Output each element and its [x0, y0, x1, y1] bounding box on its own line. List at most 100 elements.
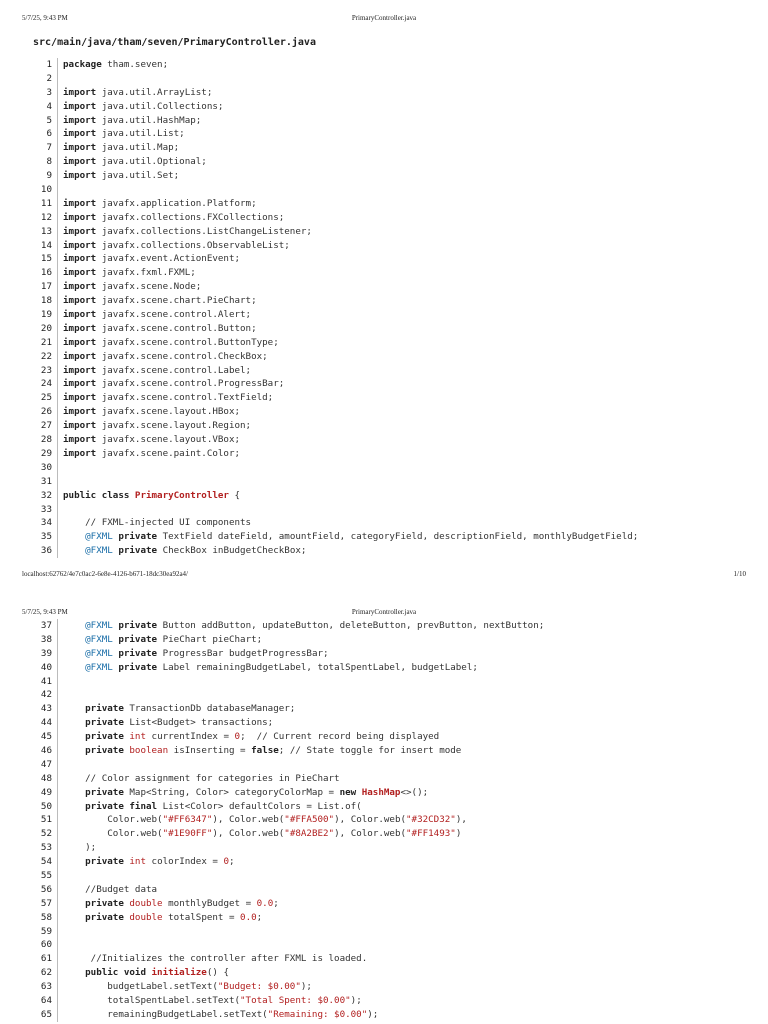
line-number: 59 [22, 924, 58, 939]
code-token: private [63, 856, 124, 868]
code-token: @FXML [63, 531, 113, 543]
code-text: // FXML-injected UI components [58, 516, 251, 530]
code-text: import javafx.scene.control.Label; [58, 364, 251, 378]
line-number: 42 [22, 688, 58, 703]
code-token: remainingBudgetLabel.setText( [63, 1008, 268, 1020]
line-number: 56 [22, 882, 58, 897]
code-token: ), [455, 814, 467, 826]
code-token: //Initializes the controller after FXML … [63, 953, 368, 965]
line-number: 36 [22, 544, 58, 559]
code-token: false [251, 745, 279, 757]
code-token: ), Color.web( [334, 828, 407, 840]
code-text: import java.util.List; [58, 127, 185, 141]
line-number: 60 [22, 938, 58, 953]
file-path-heading: src/main/java/tham/seven/PrimaryControll… [33, 37, 316, 48]
line-number: 27 [22, 419, 58, 434]
line-number: 43 [22, 702, 58, 717]
line-number: 11 [22, 196, 58, 211]
code-text: import javafx.scene.layout.HBox; [58, 405, 240, 419]
code-token: import [63, 281, 97, 293]
line-number: 34 [22, 516, 58, 531]
code-text: package tham.seven; [58, 58, 168, 72]
line-number: 61 [22, 952, 58, 967]
code-line: 4 import java.util.Collections; [22, 99, 722, 114]
code-token: javafx.collections.FXCollections; [96, 211, 285, 223]
line-number: 19 [22, 308, 58, 322]
code-line: 10 [22, 183, 722, 197]
code-token: budgetLabel.setText( [63, 981, 218, 993]
code-text: import java.util.HashMap; [58, 114, 201, 128]
code-text: //Budget data [58, 883, 157, 897]
code-text: import javafx.collections.FXCollections; [58, 211, 284, 225]
code-line: 25 import javafx.scene.control.TextField; [22, 391, 722, 406]
code-token: new [339, 786, 357, 798]
line-number: 10 [22, 183, 58, 197]
code-token: Map<String, Color> categoryColorMap = [123, 786, 340, 798]
code-text: import javafx.event.ActionEvent; [58, 252, 240, 266]
code-token: isInserting = [168, 745, 252, 757]
code-token: private [63, 745, 124, 757]
line-number: 47 [22, 757, 58, 772]
code-token: Label remainingBudgetLabel, totalSpentLa… [157, 661, 478, 673]
code-token: ProgressBar budgetProgressBar; [157, 647, 329, 659]
code-token: Color.web( [63, 828, 163, 840]
code-token: java.util.Optional; [96, 156, 207, 168]
code-text: import java.util.ArrayList; [58, 86, 212, 100]
line-number: 18 [22, 294, 58, 309]
line-number: 64 [22, 994, 58, 1008]
code-line: 14 import javafx.collections.ObservableLi… [22, 238, 722, 253]
code-line: 9 import java.util.Set; [22, 169, 722, 184]
code-line: 42 [22, 688, 722, 703]
code-text: import javafx.application.Platform; [58, 197, 257, 211]
code-token: javafx.scene.control.ButtonType; [96, 336, 279, 348]
code-token: totalSpent = [162, 911, 241, 923]
code-token: import [63, 197, 97, 209]
print-url: localhost:62762/4e7c0ac2-6e8e-4126-b671-… [22, 570, 189, 578]
code-token: initialize [151, 967, 207, 979]
line-number: 12 [22, 210, 58, 225]
line-number: 25 [22, 391, 58, 406]
code-token: import [63, 253, 97, 265]
code-token: private [112, 545, 158, 557]
code-line: 57 private double monthlyBudget = 0.0; [22, 896, 722, 911]
line-number: 44 [22, 716, 58, 731]
code-line: 18 import javafx.scene.chart.PieChart; [22, 294, 722, 309]
code-token: // Color assignment for categories in Pi… [63, 772, 340, 784]
code-line: 8 import java.util.Optional; [22, 155, 722, 170]
code-text: ); [58, 841, 96, 855]
code-text: private List<Budget> transactions; [58, 716, 273, 730]
code-line: 15 import javafx.event.ActionEvent; [22, 252, 722, 267]
code-token: java.util.Collections; [96, 100, 224, 112]
code-token: List<Color> defaultColors = List.of( [157, 800, 362, 812]
line-number: 46 [22, 744, 58, 758]
code-line: 65 remainingBudgetLabel.setText("Remaini… [22, 1007, 722, 1022]
line-number: 21 [22, 335, 58, 350]
code-text: private final List<Color> defaultColors … [58, 800, 362, 814]
line-number: 35 [22, 530, 58, 545]
code-token: javafx.scene.layout.VBox; [96, 434, 241, 446]
code-token: // FXML-injected UI components [63, 517, 252, 529]
code-line: 43 private TransactionDb databaseManager… [22, 702, 722, 717]
code-line: 16 import javafx.fxml.FXML; [22, 266, 722, 281]
code-token: javafx.scene.control.ProgressBar; [96, 378, 285, 390]
code-text: budgetLabel.setText("Budget: $0.00"); [58, 980, 312, 994]
code-token: javafx.collections.ListChangeListener; [96, 225, 312, 237]
code-token: import [63, 336, 97, 348]
code-token: "#1E90FF" [162, 828, 213, 840]
code-token: PieChart pieChart; [157, 633, 263, 645]
code-token: private [63, 703, 124, 715]
code-token: import [63, 392, 97, 404]
code-token: import [63, 142, 97, 154]
code-token: javafx.scene.control.Alert; [96, 309, 252, 321]
code-token: import [63, 211, 97, 223]
code-text: import java.util.Set; [58, 169, 179, 183]
code-token: private final [63, 800, 158, 812]
code-text: private double totalSpent = 0.0; [58, 911, 262, 925]
code-line: 5 import java.util.HashMap; [22, 113, 722, 128]
code-token: "#32CD32" [406, 814, 456, 826]
line-number: 39 [22, 646, 58, 661]
code-token: ), Color.web( [334, 814, 407, 826]
